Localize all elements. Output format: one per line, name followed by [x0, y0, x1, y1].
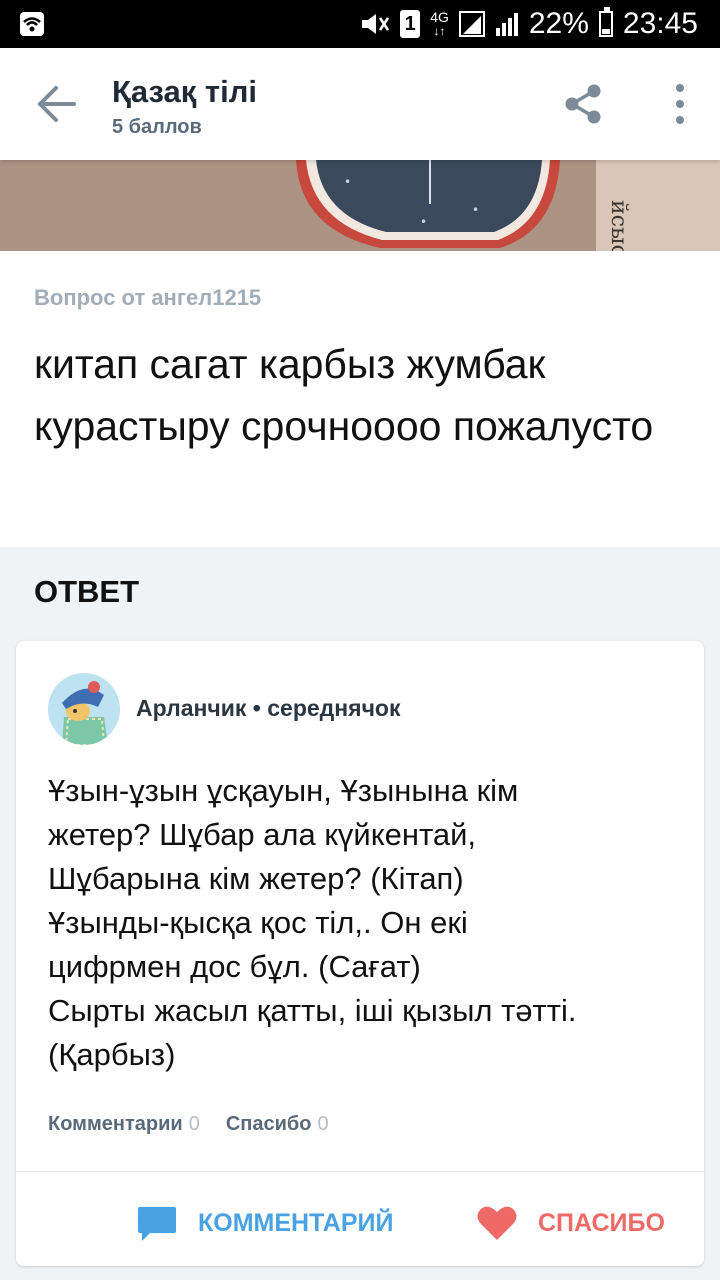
answer-line: цифрмен дос бұл. (Сағат)	[48, 949, 421, 984]
answer-heading: ОТВЕТ	[34, 574, 140, 609]
question-block: Вопрос от ангел1215 китап сагат карбыз ж…	[0, 251, 720, 547]
page-title: Қазақ тілі	[112, 74, 258, 109]
sim-slot-badge: 1	[400, 10, 421, 38]
share-icon[interactable]	[562, 82, 604, 126]
signal-icon-2	[495, 13, 518, 36]
thanks-stat: Спасибо 0	[225, 1113, 329, 1135]
thanks-button[interactable]: СПАСИБО	[476, 1201, 665, 1245]
comments-stat[interactable]: Комментарии 0	[48, 1113, 200, 1136]
answer-author[interactable]: Арланчик • середнячок	[136, 695, 400, 722]
question-text: китап сагат карбыз жумбак курастыру сроч…	[34, 341, 654, 449]
wifi-icon	[20, 12, 44, 36]
answer-line: Ұзынды-қысқа қос тіл,. Он екі	[48, 905, 468, 940]
answer-line: Ұзын-ұзын ұсқауын, Ұзынына кім	[48, 773, 519, 808]
clock: 23:45	[622, 7, 698, 40]
answer-line: Шұбарына кім жетер? (Кітап)	[48, 861, 464, 896]
signal-icon	[458, 11, 485, 37]
points-label: 5 баллов	[112, 116, 202, 138]
status-bar: 1 4G ↓↑ 22% 23:45	[0, 0, 720, 48]
answer-text: Ұзын-ұзын ұсқауын, Ұзынына кім жетер? Шұ…	[48, 769, 688, 1077]
answer-line: (Қарбыз)	[48, 1037, 176, 1072]
svg-text:•: •	[344, 175, 351, 189]
clock-photo: • • • йсыс	[0, 160, 720, 251]
divider	[16, 1171, 704, 1172]
network-type: 4G ↓↑	[430, 9, 449, 38]
answer-stats: Комментарии 0 Спасибо 0	[48, 1113, 329, 1136]
more-options-icon[interactable]	[666, 84, 694, 124]
question-attachment-image[interactable]: • • • йсыс	[0, 160, 720, 251]
app-bar: Қазақ тілі 5 баллов	[0, 48, 720, 160]
battery-icon	[598, 7, 613, 37]
mute-icon	[362, 14, 390, 34]
comment-button[interactable]: КОММЕНТАРИЙ	[136, 1201, 393, 1245]
answer-card: Арланчик • середнячок Ұзын-ұзын ұсқауын,…	[16, 641, 704, 1266]
avatar[interactable]	[48, 673, 120, 745]
answer-line: жетер? Шұбар ала күйкентай,	[48, 817, 477, 852]
svg-text:йсыс: йсыс	[606, 200, 631, 251]
svg-text:•: •	[472, 203, 479, 217]
comment-bubble-icon	[138, 1207, 176, 1241]
back-arrow-icon[interactable]	[34, 84, 78, 124]
svg-text:•: •	[420, 215, 427, 229]
battery-percent: 22%	[528, 7, 589, 40]
answer-line: Сырты жасыл қатты, іші қызыл тәтті.	[48, 993, 577, 1028]
heart-icon	[477, 1206, 517, 1240]
question-author[interactable]: Вопрос от ангел1215	[34, 285, 261, 311]
